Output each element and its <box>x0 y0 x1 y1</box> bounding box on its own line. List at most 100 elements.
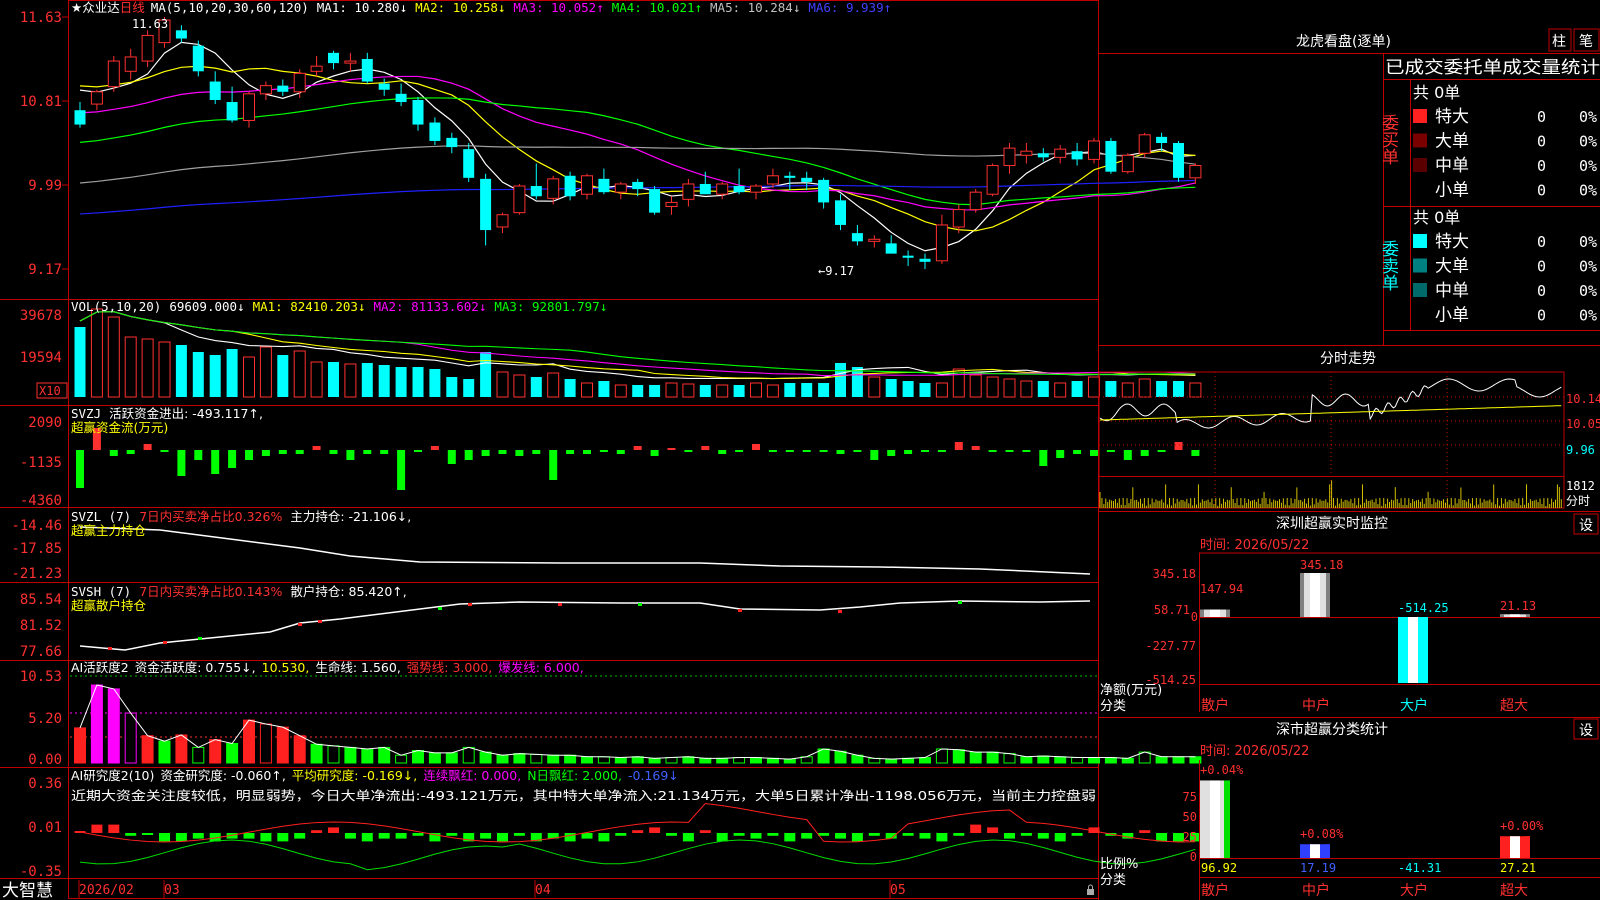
candle-body <box>1189 165 1202 179</box>
candle-body <box>446 137 458 148</box>
lhkp-row-pct: 0% <box>1579 157 1597 175</box>
svsh-title: SVSH (7) <box>71 584 131 599</box>
candle-body <box>429 122 441 141</box>
svzj-panel[interactable]: 2090 -1135 -4360 SVZJ 活跃资金进出: -493.117↑, … <box>20 406 1200 509</box>
lhkp-tabs[interactable]: 已成交委托单成交量统计 <box>1385 58 1600 78</box>
candle-body <box>175 30 187 39</box>
ai-activity-panel[interactable]: 10.53 5.20 0.00 AI活跃度2 资金活跃度: 0.755↓, 10.5… <box>20 660 1202 768</box>
ai-activity-bar <box>513 753 526 764</box>
ai-research-bar <box>902 833 914 836</box>
lhkp-row-pct: 0% <box>1579 258 1597 276</box>
svsh-marker <box>198 637 202 640</box>
volume-bar <box>547 372 560 398</box>
date-label: 04 <box>535 883 551 898</box>
vol-y-tick: 39678 <box>20 308 62 324</box>
ai-research-bar <box>733 833 745 836</box>
ai-research-bar <box>344 833 356 839</box>
ai-activity-bars <box>74 684 1202 764</box>
kline-y-tick: 9.99 <box>28 178 62 194</box>
svzj-bar <box>1140 450 1149 456</box>
candle-body <box>277 85 289 92</box>
lhkp-row-name: 小单 <box>1435 181 1469 201</box>
lhkp-color-swatch <box>1413 109 1427 123</box>
kline-y-tick: 9.17 <box>28 262 62 278</box>
kline-y-tick: 10.81 <box>20 94 62 110</box>
svzj-bar <box>616 450 625 454</box>
lhkp-row-count: 0 <box>1537 108 1546 126</box>
ai1-life: 生命线: 1.560, <box>315 660 400 675</box>
svzl-value: 主力持仓: -21.106↓, <box>290 509 411 524</box>
ai-research-bar <box>108 824 120 833</box>
ai1-y-tick: 10.53 <box>20 669 62 685</box>
svzj-bar <box>1123 450 1132 460</box>
ai2-y-tick: -0.35 <box>20 864 62 880</box>
period-label[interactable]: 日线 <box>120 0 146 15</box>
svzj-header: SVZJ 活跃资金进出: -493.117↑, <box>71 406 263 421</box>
sz-monitor-panel[interactable]: 深圳超赢实时监控 设 时间: 2026/05/22 345.18 58.71 0… <box>1098 513 1600 718</box>
date-label: 2026/02 <box>79 883 134 898</box>
sz-class-panel[interactable]: 深市超赢分类统计 设 时间: 2026/05/22 75 50 25 0 +0.… <box>1100 718 1600 900</box>
candle-body <box>902 255 914 258</box>
svzj-bar <box>109 450 118 456</box>
lhkp-color-swatch <box>1413 158 1427 172</box>
intraday-axis: 10.14 10.05 9.96 1812 分时 <box>1566 392 1600 508</box>
svsh-marker <box>738 609 742 612</box>
svzj-bar <box>684 450 693 452</box>
svzj-bar <box>1174 442 1183 450</box>
ai2-title: AI研究度2(10) <box>71 768 154 783</box>
ai-research-bar <box>682 833 694 842</box>
candle-body <box>851 233 863 242</box>
ai-research-bar <box>987 827 999 833</box>
sz-class-y-tick: 50 <box>1183 810 1197 824</box>
svsh-marker <box>838 610 842 613</box>
svzj-bar <box>1191 450 1200 456</box>
svsh-panel[interactable]: 85.54 81.52 77.66 SVSH (7) 7日内买卖净占比0.143%… <box>20 584 1091 660</box>
candles[interactable] <box>74 17 1202 269</box>
svzj-bar <box>1005 450 1014 452</box>
volume-panel[interactable]: 39678 19594 X10 VOL(5,10,20) 69609.000↓ MA… <box>20 299 1202 399</box>
ai1-y-tick: 0.00 <box>28 752 62 768</box>
lhkp-row-name: 大单 <box>1435 132 1469 152</box>
ai-research-bar <box>801 833 813 839</box>
svsh-marker <box>558 603 562 606</box>
intraday-avg-line <box>1099 405 1562 421</box>
volume-bar <box>733 385 745 397</box>
svzl-panel[interactable]: -14.46 -17.85 -21.23 SVZL (7) 7日内买卖净占比0.3… <box>11 509 1091 582</box>
svzl-y-tick: -17.85 <box>11 541 62 557</box>
ai-research-bar <box>260 833 272 842</box>
volume-bar <box>328 362 339 397</box>
sz-monitor-title: 深圳超赢实时监控 <box>1276 515 1388 532</box>
svzj-bar <box>887 450 896 456</box>
candle-body <box>1054 148 1067 158</box>
svzj-bar <box>261 450 270 456</box>
sz-class-y-tick: 75 <box>1183 790 1197 804</box>
ai-activity-bar <box>412 750 424 764</box>
volume-bar <box>665 382 678 398</box>
volume-bar <box>429 369 441 397</box>
ai-activity-bar <box>1020 756 1033 764</box>
sz-monitor-value-label: 147.94 <box>1200 582 1243 596</box>
vol-y-tick: 19594 <box>20 350 62 366</box>
ai-research-bar <box>564 833 576 842</box>
volume-bar <box>74 327 86 397</box>
ai2-extra: -0.169↓ <box>628 768 679 783</box>
ai-activity-bar <box>310 743 323 764</box>
chart-canvas[interactable]: 11.63 10.81 9.99 9.17 11.63 ←9.17 ★众业达日线… <box>0 0 1600 900</box>
sz-monitor-bar <box>1500 614 1530 617</box>
lock-icon[interactable] <box>1087 884 1094 895</box>
ai-research-panel[interactable]: 0.36 0.01 -0.35 AI研究度2(10) 资金研究度: -0.060↑… <box>20 768 1201 880</box>
ai-activity-bar <box>1037 755 1050 764</box>
volume-bar <box>1121 382 1134 398</box>
sell-section-label: 委卖单 <box>1378 240 1399 291</box>
svzl-y-tick: -21.23 <box>11 566 62 582</box>
svzj-bar <box>921 450 929 452</box>
volume-bar <box>158 341 171 398</box>
sz-monitor-settings-label: 设 <box>1579 518 1593 534</box>
svzl-y-tick: -14.46 <box>11 518 62 534</box>
stock-name[interactable]: ★众业达 <box>71 0 120 15</box>
ai-research-bar <box>192 833 204 839</box>
kline-panel[interactable]: 11.63 10.81 9.99 9.17 11.63 ←9.17 ★众业达日线… <box>20 0 1202 278</box>
volume-bar <box>801 383 813 397</box>
candle-body <box>74 110 86 125</box>
volume-bar <box>277 355 289 397</box>
